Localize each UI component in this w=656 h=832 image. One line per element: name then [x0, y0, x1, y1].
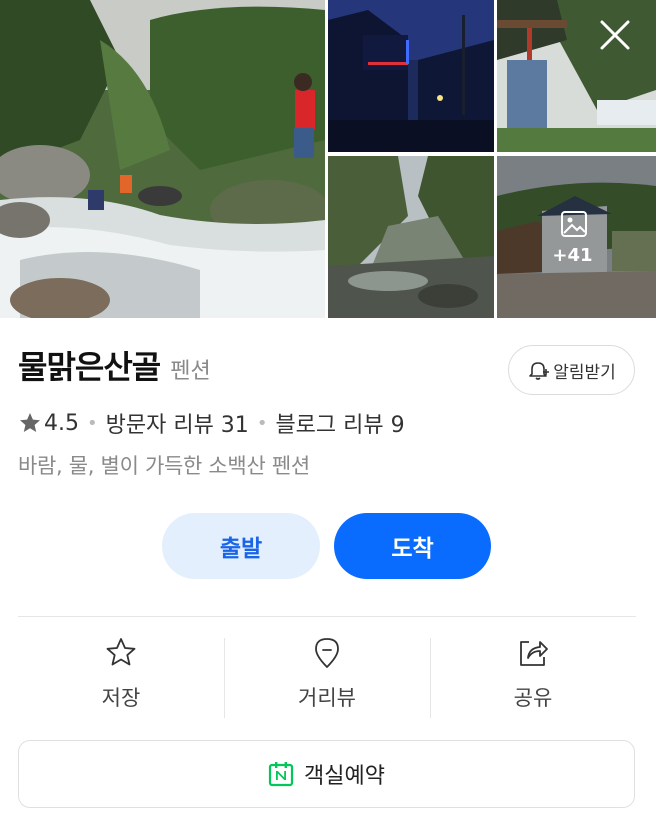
more-photos-overlay[interactable]: +41	[497, 156, 656, 318]
separator-dot: •	[87, 412, 98, 434]
room-booking-button[interactable]: 객실예약	[18, 740, 635, 808]
blog-reviews-link[interactable]: 블로그 리뷰 9	[275, 407, 404, 439]
close-button[interactable]	[596, 16, 634, 54]
place-name: 물맑은산골	[18, 348, 161, 386]
image-icon	[560, 210, 587, 237]
star-icon	[20, 413, 40, 432]
notify-label: 알림받기	[553, 362, 616, 383]
photo-rocky-stream[interactable]	[328, 156, 494, 318]
visitor-reviews-link[interactable]: 방문자 리뷰 31	[106, 407, 249, 439]
save-action[interactable]: 저장	[18, 636, 224, 720]
place-title-row: 물맑은산골 펜션	[18, 342, 211, 390]
divider	[18, 616, 636, 617]
place-meta-row: 4.5 • 방문자 리뷰 31 • 블로그 리뷰 9	[18, 406, 405, 440]
street-view-action[interactable]: 거리뷰	[224, 636, 430, 720]
more-photos-count: +41	[552, 244, 593, 266]
photo-night-building[interactable]	[328, 0, 494, 152]
photo-main-stream[interactable]	[0, 0, 325, 318]
rating-value: 4.5	[44, 410, 79, 436]
notify-button[interactable]: 알림받기	[508, 345, 635, 395]
action-bar: 저장 거리뷰 공유	[18, 636, 636, 720]
save-label: 저장	[101, 686, 141, 710]
photo-gallery: +41	[0, 0, 656, 318]
share-action[interactable]: 공유	[430, 636, 636, 720]
separator-dot: •	[256, 412, 268, 434]
share-label: 공유	[513, 686, 553, 710]
place-category: 펜션	[170, 359, 211, 384]
route-start-button[interactable]: 출발	[162, 513, 320, 579]
star-outline-icon	[106, 638, 136, 666]
close-icon	[600, 20, 630, 50]
bell-plus-icon	[529, 362, 550, 380]
route-end-button[interactable]: 도착	[334, 513, 491, 579]
naver-booking-icon	[268, 762, 294, 787]
photo-more-gallery[interactable]: +41	[497, 156, 656, 318]
street-view-label: 거리뷰	[298, 686, 356, 710]
share-icon	[520, 641, 548, 666]
map-pin-icon	[315, 638, 339, 668]
place-description: 바람, 물, 별이 가득한 소백산 펜션	[18, 454, 310, 478]
room-booking-label: 객실예약	[304, 764, 385, 789]
